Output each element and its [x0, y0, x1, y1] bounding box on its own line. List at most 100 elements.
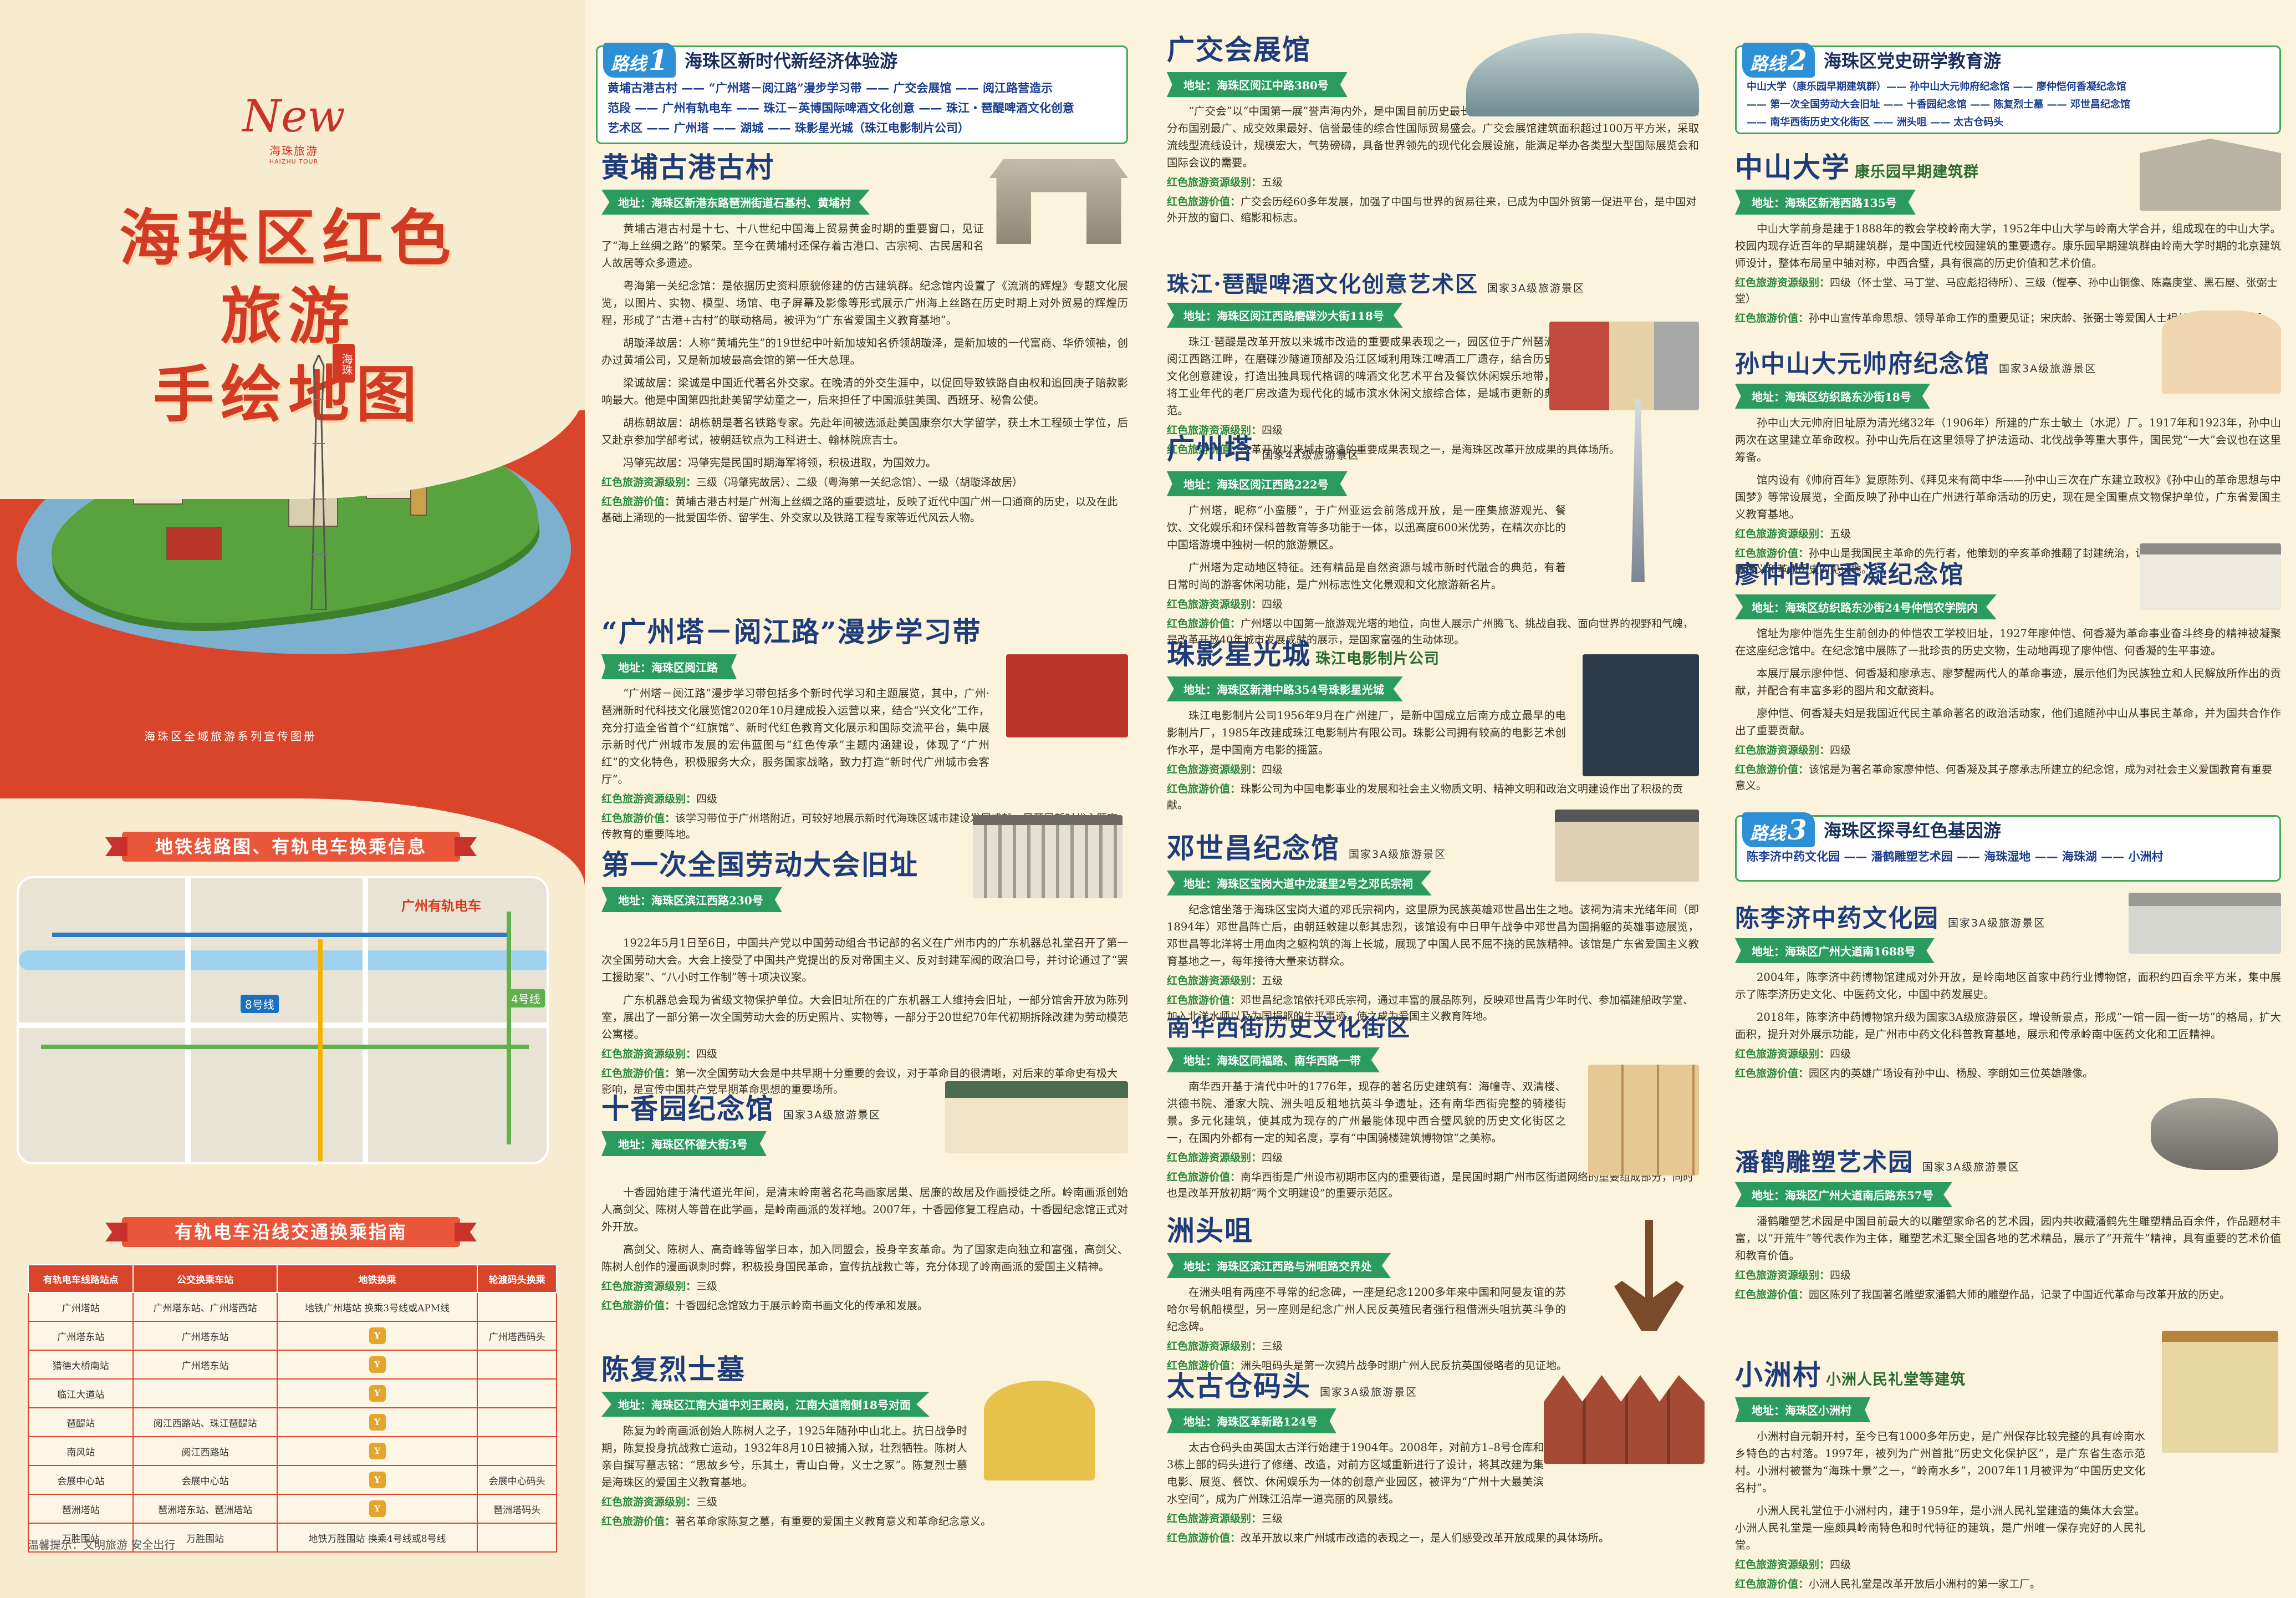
nanhua-shophouse-illustration	[1588, 1065, 1699, 1175]
route-3-title: 海珠区探寻红色基因游	[1823, 820, 2001, 841]
transfer-cell	[477, 1436, 557, 1466]
card-text: 馆址为廖仲恺先生生前创办的仲恺农工学校旧址，1927年廖仲恺、何香凝为革命事业奋…	[1735, 627, 2281, 657]
transfer-cell	[477, 1407, 557, 1437]
transfer-cell: 阅江西路站、珠江琶醍站	[132, 1407, 278, 1437]
card-text: 2018年，陈李济中药博物馆升级为国家3A级旅游景区，增设新景点，形成“一馆一园…	[1735, 1011, 2281, 1041]
column-1: 路线1 海珠区新时代新经济体验游 黄埔古港古村 —— “广州塔－阅江路”漫步学习…	[585, 0, 1145, 1598]
card-title: 南华西街历史文化街区	[1167, 1014, 1411, 1041]
transfer-cell: 阅江西路站	[132, 1436, 278, 1466]
card-address: 地址：海珠区革新路124号	[1167, 1408, 1336, 1433]
metro-transfer-icon-cell: Y	[276, 1321, 478, 1351]
metro-transfer-icon-cell: Y	[276, 1350, 478, 1380]
map-line8-label: 8号线	[241, 995, 279, 1013]
route-1-box: 路线1 海珠区新时代新经济体验游 黄埔古港古村 —— “广州塔－阅江路”漫步学习…	[596, 42, 1128, 144]
transfer-cell: 广州塔西码头	[477, 1321, 557, 1351]
transfer-cell: 南风站	[27, 1436, 134, 1466]
card-level: 红色旅游资源级别：五级	[1735, 528, 1851, 540]
card-text: 本展厅展示廖仲恺、何香凝和廖承志、廖梦醒两代人的革命事迹，展示他们为民族独立和人…	[1735, 667, 2281, 697]
card-address: 地址：海珠区同福路、南华西路一带	[1167, 1047, 1380, 1072]
card-level: 红色旅游资源级别：三级（冯肇宪故居）、二级（粤海第一关纪念馆）、一级（胡璇泽故居…	[601, 476, 1023, 488]
card-title: 太古仓码头 国家3A级旅游景区	[1167, 1370, 1418, 1402]
card-address: 地址：海珠区新港西路135号	[1735, 190, 1916, 215]
card-text: 广州塔，昵称“小蛮腰”，于广州亚运会前落成开放，是一座集旅游观光、餐饮、文化娱乐…	[1167, 504, 1566, 551]
card-address: 地址：海珠区怀德大街3号	[601, 1131, 767, 1156]
route-1-stops: 黄埔古港古村 —— “广州塔－阅江路”漫步学习带 —— 广交会展馆 —— 阅江路…	[608, 81, 1074, 135]
metro-icon: Y	[369, 1385, 386, 1402]
map-banner: 地铁线路图、有轨电车换乘信息	[122, 832, 460, 862]
metro-icon: Y	[369, 1327, 386, 1344]
card-text: 高剑父、陈树人、高奇峰等留学日本，加入同盟会，投身辛亥革命。为了国家走向独立和富…	[601, 1243, 1128, 1273]
dayuanshuai-illustration	[2162, 311, 2281, 394]
card-address: 地址：海珠区新港东路琶洲街道石基村、黄埔村	[601, 190, 870, 215]
transfer-cell	[477, 1378, 557, 1408]
card-address: 地址：海珠区阅江西路磨碟沙大街118号	[1167, 303, 1403, 328]
card-text: 小洲村自元朝开村，至今已有1000多年历史，是广州保存比较完整的具有岭南水乡特色…	[1735, 1430, 2145, 1494]
canton-tower-sketch	[310, 355, 327, 610]
transfer-cell: 猎德大桥南站	[27, 1350, 134, 1380]
card-text: 十香园始建于清代道光年间，是清末岭南著名花鸟画家居巢、居廉的故居及作画授徒之所。…	[601, 1186, 1128, 1233]
transfer-row: 琶醍站 阅江西路站、珠江琶醍站 Y	[27, 1407, 557, 1437]
column-2: 广交会展馆 地址：海珠区阅江中路380号 “广交会”以“中国第一展”誉声海内外，…	[1145, 0, 1718, 1598]
column-3: 路线2 海珠区党史研学教育游 中山大学（康乐园早期建筑群）—— 孙中山大元帅府纪…	[1718, 0, 2296, 1598]
transfer-header: 公交换乘车站	[132, 1264, 278, 1293]
panhe-sculpture-illustration	[2151, 1098, 2278, 1170]
sysu-gate-illustration	[2140, 139, 2281, 211]
card-address: 地址：海珠区宝岗大道中龙涎里2号之邓氏宗祠	[1167, 871, 1432, 895]
route-2-stops: 中山大学（康乐园早期建筑群）—— 孙中山大元帅府纪念馆 —— 廖仲恺何香凝纪念馆…	[1747, 81, 2130, 128]
cover-title-line2: 手绘地图	[153, 358, 424, 430]
travel-tip: 温馨提示：文明旅游 安全出行	[28, 1538, 176, 1551]
card-value: 红色旅游价值：十香园纪念馆致力于展示岭南书画文化的传承和发展。	[601, 1300, 928, 1312]
metro-transfer-icon-cell: Y	[276, 1465, 478, 1495]
card-level: 红色旅游资源级别：三级	[601, 1280, 718, 1292]
route-3-box: 路线3 海珠区探寻红色基因游 陈李济中药文化园 —— 潘鹤雕塑艺术园 —— 海珠…	[1735, 812, 2281, 882]
xiaozhou-hall-illustration	[2162, 1331, 2278, 1453]
card-address: 地址：海珠区纺织路东沙街18号	[1735, 384, 1930, 409]
card-text: 冯肇宪故居：冯肇宪是民国时期海军将领，积极进取，为国效力。	[623, 456, 937, 469]
card-value: 红色旅游价值：广交会历经60多年发展，加强了中国与世界的贸易往来，已成为中国外贸…	[1167, 196, 1697, 224]
card-value: 红色旅游价值：珠影公司为中国电影事业的发展和社会主义物质文明、精神文明和政治文明…	[1167, 783, 1683, 811]
metro-transfer-icon-cell: Y	[276, 1436, 478, 1466]
cover-title-line1: 海珠区红色旅游	[119, 202, 457, 352]
card-level: 红色旅游资源级别：四级	[1735, 744, 1851, 756]
card-value: 红色旅游价值：该馆是为著名革命家廖仲恺、何香凝及其子廖承志所建立的纪念馆，成为对…	[1735, 764, 2273, 792]
metro-map[interactable]: 广州有轨电车 8号线 4号线	[17, 876, 549, 1164]
film-studio-illustration	[1583, 654, 1699, 776]
map-river	[19, 950, 547, 970]
walk-illustration	[1006, 654, 1128, 737]
card-text: 南华西开基于清代中叶的1776年，现存的著名历史建筑有：海幢寺、双清楼、洪德书院…	[1167, 1080, 1566, 1144]
transfer-cell: 广州塔东站	[132, 1321, 278, 1351]
card-text: 胡璇泽故居：人称“黄埔先生”的19世纪中叶新加坡知名侨领胡璇泽，是新加坡的一代富…	[601, 337, 1128, 367]
card-text: 在洲头咀有两座不寻常的纪念碑，一座是纪念1200多年来中国和阿曼友谊的苏哈尔号帆…	[1167, 1286, 1566, 1333]
cover-panel: New 海珠旅游 HAIZHU TOUR 海珠区红色旅游 手绘地图 海珠 海珠区…	[0, 0, 585, 1598]
deng-memorial-illustration	[1555, 810, 1699, 882]
transfer-header: 有轨电车线路站点	[27, 1264, 134, 1293]
route-1-title: 海珠区新时代新经济体验游	[684, 50, 897, 72]
card-address: 地址：海珠区滨江西路与洲咀路交界处	[1167, 1253, 1391, 1278]
card-level: 红色旅游资源级别：四级	[1735, 1048, 1851, 1060]
card-title: “广州塔－阅江路”漫步学习带	[601, 615, 982, 648]
metro-icon: Y	[369, 1500, 386, 1517]
metro-icon: Y	[369, 1472, 386, 1488]
cover-title: 海珠区红色旅游 手绘地图	[94, 200, 482, 434]
card-huangpu: 黄埔古港古村 地址：海珠区新港东路琶洲街道石基村、黄埔村 黄埔古港古村是十七、十…	[601, 145, 1128, 526]
transfer-cell: 会展中心码头	[477, 1465, 557, 1495]
card-title: 广州塔 国家4A级旅游景区	[1167, 432, 1360, 465]
card-value: 红色旅游价值：园区内的英雄广场设有孙中山、杨殷、李朗如三位英雄雕像。	[1735, 1067, 2094, 1080]
card-text: 陈复为岭南画派创始人陈树人之子，1925年随孙中山北上。抗日战争时期，陈复投身抗…	[601, 1424, 967, 1489]
route-1-tag: 路线1	[603, 42, 676, 78]
pati-illustration	[1549, 322, 1699, 410]
transfer-cell: 琶洲塔东站、琶洲塔站	[132, 1494, 278, 1524]
transfer-row: 琶洲塔站 琶洲塔东站、琶洲塔站 Y 琶洲塔码头	[27, 1494, 557, 1524]
map-line-4	[507, 912, 511, 1144]
metro-transfer-icon-cell: Y	[276, 1494, 478, 1524]
labour-building-illustration	[973, 815, 1123, 898]
card-value: 红色旅游价值：小洲人民礼堂是改革开放后小洲村的第一家工厂。	[1735, 1578, 2041, 1590]
cover-caption: 海珠区全域旅游系列宣传图册	[144, 730, 317, 743]
transfer-cell: 会展中心站	[132, 1465, 278, 1495]
card-text: 梁诚故居：梁诚是中国近代著名外交家。在晚清的外交生涯中，以促回导致铁路自由权和追…	[601, 376, 1128, 406]
card-text: 2004年，陈李济中药博物馆建成对外开放，是岭南地区首家中药行业博物馆，面积约四…	[1735, 971, 2281, 1001]
route-3-header: 路线3 海珠区探寻红色基因游	[1742, 812, 2001, 847]
transfer-cell: 广州塔站	[27, 1292, 134, 1322]
transfer-row: 临江大道站 Y	[27, 1378, 557, 1408]
route-1-header: 路线1 海珠区新时代新经济体验游	[603, 42, 897, 78]
